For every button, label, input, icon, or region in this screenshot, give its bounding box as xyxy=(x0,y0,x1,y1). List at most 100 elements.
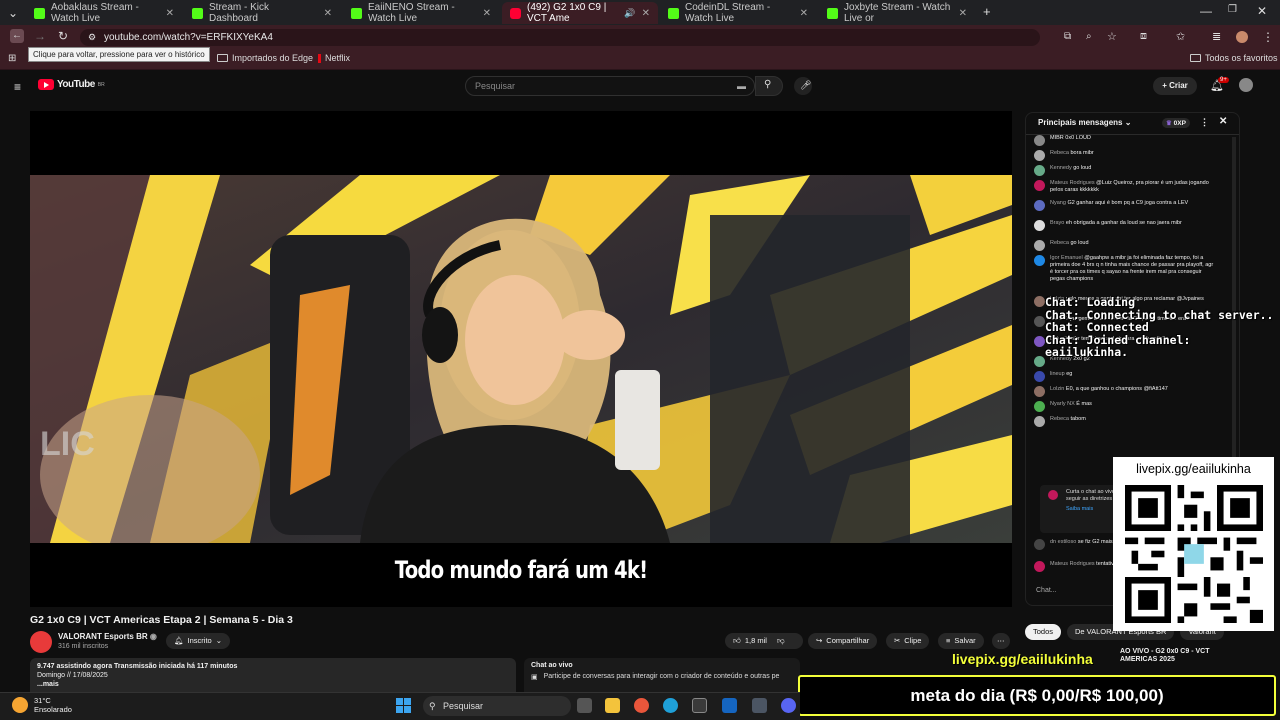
chat-avatar[interactable] xyxy=(1034,316,1045,327)
create-button[interactable]: + Criar xyxy=(1153,77,1197,95)
chat-author[interactable]: Mateus Rodrigues xyxy=(1050,561,1095,567)
weather-sun-icon[interactable] xyxy=(12,697,28,713)
collections-icon[interactable]: ≣ xyxy=(1212,30,1221,43)
new-tab-icon[interactable]: + xyxy=(983,4,991,19)
chat-avatar[interactable] xyxy=(1034,416,1045,427)
chat-author[interactable]: Brayo xyxy=(1050,220,1064,226)
chat-avatar[interactable] xyxy=(1034,135,1045,146)
chat-avatar[interactable] xyxy=(1034,240,1045,251)
discord-icon[interactable] xyxy=(781,698,796,713)
account-avatar[interactable] xyxy=(1239,78,1253,92)
chat-avatar[interactable] xyxy=(1034,561,1045,572)
chat-message[interactable]: Nyang G2 ganhar aqui é bom pq a C9 joga … xyxy=(1034,200,1214,211)
all-favorites-folder[interactable]: Todos os favoritos xyxy=(1190,53,1278,63)
chat-more-icon[interactable]: ⋮ xyxy=(1200,117,1209,128)
youtube-logo[interactable]: YouTube BR xyxy=(38,79,105,90)
chat-author[interactable]: Mateus Rodrigues xyxy=(1050,180,1095,186)
chat-message[interactable]: Rebeca bora mibr xyxy=(1034,150,1214,161)
favorites-icon[interactable]: ✩ xyxy=(1176,30,1185,43)
channel-avatar[interactable] xyxy=(30,631,52,653)
chat-author[interactable]: Rebeca xyxy=(1050,240,1069,246)
keyboard-icon[interactable]: ▬ xyxy=(737,77,746,95)
install-app-icon[interactable]: ⧉ xyxy=(1064,31,1071,42)
chat-avatar[interactable] xyxy=(1034,255,1045,266)
task-view-icon[interactable] xyxy=(577,698,592,713)
bookmark-netflix[interactable]: Netflix xyxy=(318,53,350,63)
chat-avatar[interactable] xyxy=(1034,150,1045,161)
edge-icon[interactable] xyxy=(663,698,678,713)
youtube-search-input[interactable]: Pesquisar ▬ xyxy=(465,76,755,96)
chip-all[interactable]: Todos xyxy=(1025,624,1062,640)
chat-avatar[interactable] xyxy=(1034,220,1045,231)
next-video-title[interactable]: AO VIVO - G2 0x0 C9 - VCT AMERICAS 2025 xyxy=(1120,648,1226,664)
close-chat-icon[interactable]: ✕ xyxy=(1219,116,1227,127)
chat-message[interactable]: Mateus Rodrigues @Luiz Queiroz, pra pior… xyxy=(1034,180,1214,194)
chat-avatar[interactable] xyxy=(1034,200,1045,211)
tab-4-active[interactable]: (492) G2 1x0 C9 | VCT Ame 🔊 ✕ xyxy=(502,2,658,24)
chat-avatar[interactable] xyxy=(1034,336,1045,347)
chat-author[interactable]: Nyarly NX xyxy=(1050,401,1075,407)
chat-mode-selector[interactable]: Principais mensagens xyxy=(1038,118,1122,127)
chat-avatar[interactable] xyxy=(1034,180,1045,191)
thumbs-down-icon[interactable]: 👎︎ xyxy=(777,633,785,649)
chat-author[interactable]: Rebeca xyxy=(1050,416,1069,422)
favorite-star-icon[interactable]: ☆ xyxy=(1107,30,1117,43)
minimize-icon[interactable]: — xyxy=(1200,4,1212,18)
voice-search-button[interactable]: 🎤︎ xyxy=(794,77,812,95)
chat-message[interactable]: Brayo eh obrigada a ganhar da loud se na… xyxy=(1034,220,1214,231)
points-badge[interactable]: ♛ 0XP xyxy=(1162,118,1190,128)
thumbs-up-icon[interactable]: 👍︎ xyxy=(733,633,741,649)
forward-arrow-icon[interactable]: → xyxy=(34,29,46,43)
clip-button[interactable]: ✂ Clipe xyxy=(886,633,930,649)
windows-start-icon[interactable] xyxy=(396,698,411,713)
file-explorer-icon[interactable] xyxy=(605,698,620,713)
hamburger-menu-icon[interactable]: ≡ xyxy=(14,80,21,94)
chat-message[interactable]: Rebeca go loud xyxy=(1034,240,1214,251)
close-tab-icon[interactable]: ✕ xyxy=(959,8,967,19)
chat-avatar[interactable] xyxy=(1034,356,1045,367)
chat-message[interactable]: Lolzin E0, a que ganhou o champions @fiA… xyxy=(1034,386,1214,397)
reload-icon[interactable]: ↻ xyxy=(58,29,68,43)
chat-avatar[interactable] xyxy=(1034,165,1045,176)
tab-6[interactable]: Joxbyte Stream - Watch Live or ✕ xyxy=(819,2,975,24)
close-tab-icon[interactable]: ✕ xyxy=(483,8,491,19)
close-tab-icon[interactable]: ✕ xyxy=(324,8,332,19)
maximize-icon[interactable]: ❐ xyxy=(1228,4,1237,15)
chat-author[interactable]: lineup xyxy=(1050,371,1065,377)
zoom-icon[interactable]: ⌕ xyxy=(1086,31,1092,42)
outlook-icon[interactable] xyxy=(722,698,737,713)
profile-avatar[interactable] xyxy=(1236,31,1248,43)
chat-message[interactable]: Kennedy go loud xyxy=(1034,165,1214,176)
tab-list-icon[interactable]: ⌄ xyxy=(8,6,18,20)
chat-author[interactable]: dn estiloso xyxy=(1050,539,1076,545)
more-menu-icon[interactable]: ⋮ xyxy=(1262,30,1274,44)
chat-avatar[interactable] xyxy=(1034,401,1045,412)
show-more-link[interactable]: ...mais xyxy=(37,680,509,689)
search-button[interactable]: ⚲ xyxy=(755,76,783,96)
close-tab-icon[interactable]: ✕ xyxy=(166,8,174,19)
share-button[interactable]: ↪ Compartilhar xyxy=(808,633,878,649)
apps-icon[interactable]: ⊞ xyxy=(8,53,16,64)
chevron-down-icon[interactable]: ⌄ xyxy=(1125,118,1132,127)
chrome-icon[interactable] xyxy=(634,698,649,713)
taskbar-search[interactable]: ⚲ Pesquisar xyxy=(423,696,571,716)
subscribed-button[interactable]: 🔔︎ Inscrito ⌄ xyxy=(166,633,231,649)
chat-message[interactable]: lineup eg xyxy=(1034,371,1214,382)
chat-author[interactable]: Igor Emanuel xyxy=(1050,255,1083,261)
like-count[interactable]: 1,8 mil xyxy=(745,633,767,649)
chat-author[interactable]: Lolzin xyxy=(1050,386,1064,392)
tab-1[interactable]: Aobaklaus Stream - Watch Live ✕ xyxy=(26,2,182,24)
chat-avatar[interactable] xyxy=(1034,539,1045,550)
more-actions-button[interactable]: ⋯ xyxy=(992,633,1010,649)
chat-author[interactable]: Kennedy xyxy=(1050,165,1072,171)
chat-author[interactable]: Nyang xyxy=(1050,200,1066,206)
chat-message[interactable]: Rebeca tabom xyxy=(1034,416,1214,427)
extensions-icon[interactable]: ⧈ xyxy=(1140,30,1147,43)
chat-avatar[interactable] xyxy=(1034,371,1045,382)
close-tab-icon[interactable]: ✕ xyxy=(800,8,808,19)
chat-message[interactable]: Nyarly NX É mas xyxy=(1034,401,1214,412)
channel-name[interactable]: VALORANT Esports BR ◉ xyxy=(58,632,157,641)
app-icon[interactable] xyxy=(752,698,767,713)
bookmark-importados[interactable]: Importados do Edge xyxy=(217,53,313,63)
chat-avatar[interactable] xyxy=(1034,296,1045,307)
